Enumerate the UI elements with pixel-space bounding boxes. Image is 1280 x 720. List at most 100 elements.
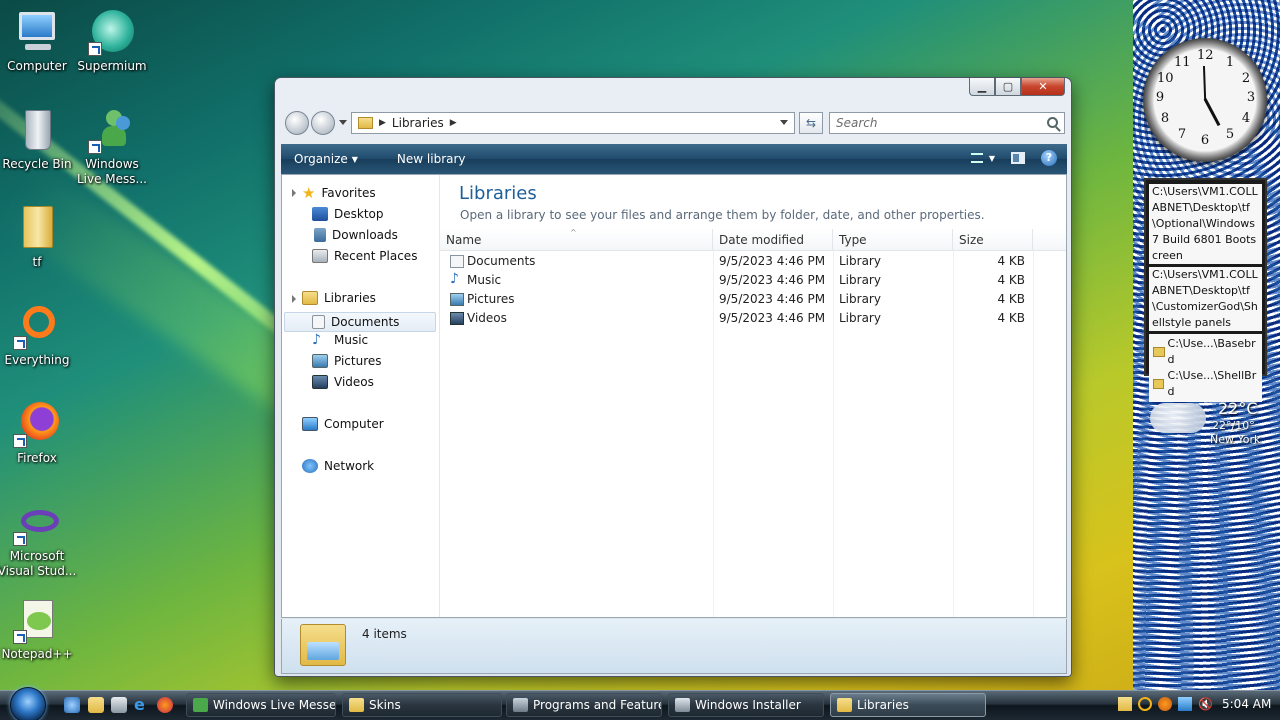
file-row-documents[interactable]: Documents 9/5/2023 4:46 PM Library 4 KB (440, 252, 1066, 271)
desktop-icon-computer[interactable]: Computer (0, 8, 77, 74)
desktop-icon-recycle-bin[interactable]: Recycle Bin (0, 106, 77, 172)
tray-search-icon[interactable] (1138, 697, 1152, 711)
organize-button[interactable]: Organize ▼ (281, 152, 375, 166)
explorer-body: ★ Favorites Desktop Downloads Recent Pla… (281, 174, 1067, 618)
explorer-icon[interactable] (88, 697, 104, 713)
nav-network[interactable]: Network (302, 456, 374, 476)
notes-gadget[interactable]: C:\Users\VM1.COLLABNET\Desktop\tf\Option… (1144, 178, 1267, 402)
column-header-label: Name (446, 233, 482, 247)
taskbar-button-installer[interactable]: Windows Installer (668, 693, 824, 717)
desktop-icon-supermium[interactable]: Supermium (72, 8, 152, 74)
column-header-label: Date modified (719, 233, 805, 247)
nav-label: Documents (331, 315, 400, 329)
expand-arrow-icon[interactable] (292, 295, 296, 303)
maximize-button[interactable]: ▢ (995, 78, 1021, 96)
firefox-icon (13, 400, 61, 448)
weather-range: 22°/10° (1212, 419, 1255, 432)
breadcrumb-chevron-icon[interactable]: ▶ (379, 118, 386, 128)
notepadpp-icon (13, 596, 61, 644)
refresh-button[interactable]: ⇆ (799, 112, 823, 134)
internet-explorer-icon[interactable]: e (134, 697, 150, 713)
folder-icon (1153, 379, 1165, 389)
taskbar-button-programs[interactable]: Programs and Features (506, 693, 662, 717)
search-input[interactable]: Search (829, 112, 1065, 134)
nav-favorites[interactable]: ★ Favorites (302, 183, 376, 203)
new-library-button[interactable]: New library (375, 152, 483, 166)
desktop-icon-label: Windows Live Mess... (76, 157, 147, 186)
close-button[interactable]: ✕ (1021, 78, 1065, 96)
explorer-window[interactable]: ▁ ▢ ✕ ▶ Libraries ▶ ⇆ Search Organize ▼ N… (274, 77, 1072, 677)
breadcrumb-libraries[interactable]: Libraries (392, 116, 444, 130)
note-item[interactable]: C:\Users\VM1.COLLABNET\Desktop\tf\Option… (1149, 184, 1262, 264)
desktop-icon-firefox[interactable]: Firefox (0, 400, 77, 466)
nav-recent-places[interactable]: Recent Places (312, 246, 417, 266)
show-desktop-icon[interactable] (64, 697, 80, 713)
column-header-name[interactable]: Name ^ (440, 228, 713, 251)
address-dropdown-icon[interactable] (780, 120, 788, 125)
taskbar-button-libraries[interactable]: Libraries (830, 693, 986, 717)
column-header-type[interactable]: Type (833, 229, 953, 251)
desktop-icon-tf-folder[interactable]: tf (0, 204, 77, 270)
taskbar-button-skins[interactable]: Skins (342, 693, 502, 717)
libraries-folder-icon (300, 624, 346, 666)
sort-ascending-icon: ^ (570, 228, 577, 237)
file-row-videos[interactable]: Videos 9/5/2023 4:46 PM Library 4 KB (440, 309, 1066, 328)
view-chevron-down-icon[interactable]: ▼ (989, 154, 995, 163)
start-button[interactable] (10, 687, 46, 720)
preview-pane-icon[interactable] (1011, 152, 1025, 164)
expand-arrow-icon[interactable] (292, 189, 296, 197)
nav-pictures[interactable]: Pictures (312, 351, 382, 371)
column-header-size[interactable]: Size (953, 229, 1033, 251)
nav-label: Network (324, 459, 375, 473)
desktop-icon-messenger[interactable]: Windows Live Mess... (72, 106, 152, 187)
nav-computer[interactable]: Computer (302, 414, 384, 434)
desktop-icon-visual-studio[interactable]: Microsoft Visual Stud... (0, 498, 77, 579)
tray-network-icon[interactable] (1178, 697, 1192, 711)
desktop-icon-notepadpp[interactable]: Notepad++ (0, 596, 77, 662)
file-row-music[interactable]: ♪ Music 9/5/2023 4:46 PM Library 4 KB (440, 271, 1066, 290)
taskbar-button-messenger[interactable]: Windows Live Messe... (186, 693, 336, 717)
file-row-pictures[interactable]: Pictures 9/5/2023 4:46 PM Library 4 KB (440, 290, 1066, 309)
nav-label: Pictures (334, 354, 382, 368)
forward-button[interactable] (311, 111, 335, 135)
navigation-pane: ★ Favorites Desktop Downloads Recent Pla… (282, 175, 440, 617)
tray-app-icon[interactable] (1158, 697, 1172, 711)
nav-downloads[interactable]: Downloads (312, 225, 398, 245)
nav-videos[interactable]: Videos (312, 372, 374, 392)
column-header-date[interactable]: Date modified (713, 229, 833, 251)
note-files[interactable]: C:\Use...\Basebrd C:\Use...\ShellBrd (1149, 334, 1262, 402)
network-icon (302, 459, 318, 473)
desktop-icon-label: Everything (4, 353, 70, 367)
nav-music[interactable]: ♪ Music (312, 330, 368, 350)
address-bar[interactable]: ▶ Libraries ▶ (351, 112, 795, 134)
back-button[interactable] (285, 111, 309, 135)
weather-gadget[interactable]: 22°C 22°/10° New York (1140, 395, 1270, 455)
desktop-icon-everything[interactable]: Everything (0, 302, 77, 368)
taskbar-clock[interactable]: 5:04 AM (1222, 697, 1271, 711)
row-name: Videos (467, 311, 507, 325)
desktop-icon-label: tf (32, 255, 42, 269)
nav-documents[interactable]: Documents (312, 312, 399, 332)
documents-icon (450, 255, 464, 268)
clock-gadget[interactable]: 12 1 2 3 4 5 6 7 8 9 10 11 (1143, 38, 1267, 162)
recent-places-icon (312, 249, 328, 263)
breadcrumb-chevron-icon[interactable]: ▶ (450, 118, 457, 128)
nav-libraries[interactable]: Libraries (302, 288, 376, 308)
row-size: 4 KB (997, 311, 1025, 325)
star-icon: ★ (302, 184, 316, 202)
desktop-icon (312, 207, 328, 221)
nav-desktop[interactable]: Desktop (312, 204, 384, 224)
tray-folder-icon[interactable] (1118, 697, 1132, 711)
search-icon[interactable] (1047, 117, 1058, 128)
firefox-icon[interactable] (157, 697, 173, 713)
clock-number: 9 (1155, 90, 1165, 105)
switch-windows-icon[interactable] (111, 697, 127, 713)
tray-volume-icon[interactable]: 🔇 (1198, 697, 1213, 711)
recent-pages-chevron-down-icon[interactable] (339, 120, 347, 125)
nav-label: Favorites (321, 186, 376, 200)
change-view-icon[interactable] (970, 153, 983, 163)
note-item[interactable]: C:\Users\VM1.COLLABNET\Desktop\tf\Custom… (1149, 267, 1262, 331)
task-label: Skins (369, 698, 401, 712)
help-icon[interactable]: ? (1041, 150, 1057, 166)
minimize-button[interactable]: ▁ (969, 78, 995, 96)
